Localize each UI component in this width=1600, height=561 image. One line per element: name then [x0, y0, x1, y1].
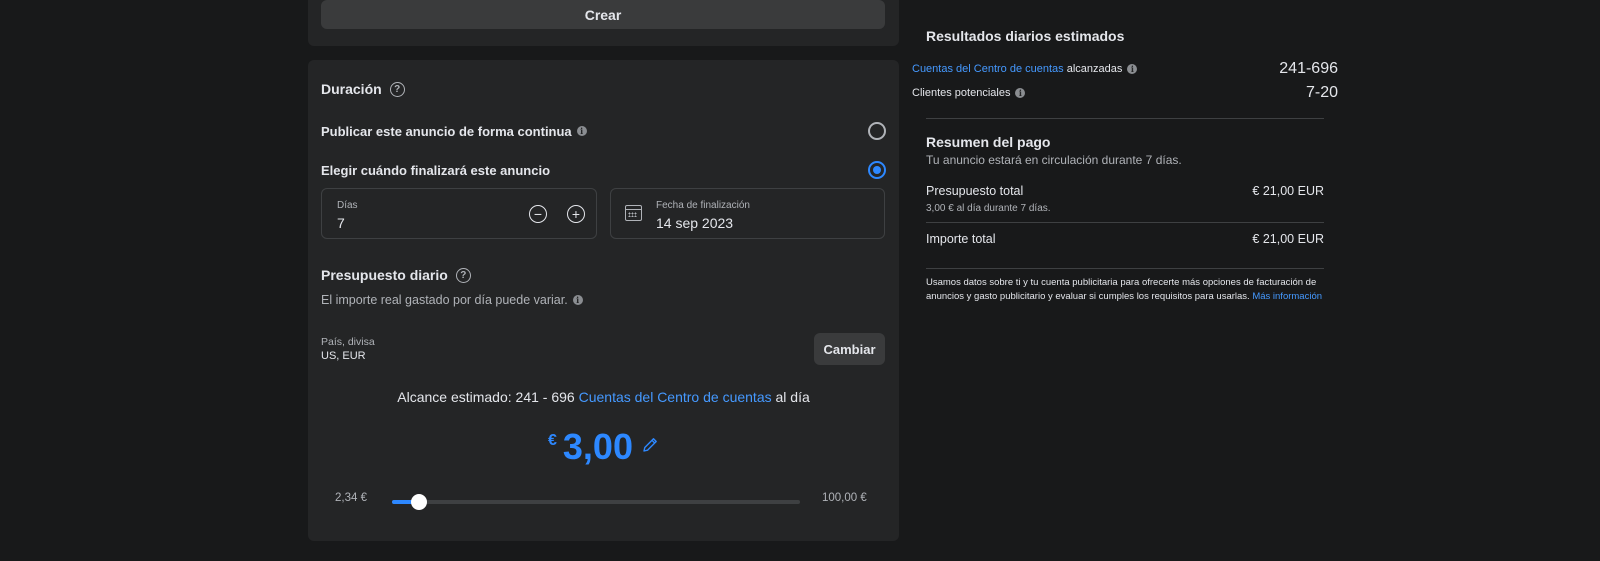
payment-title: Resumen del pago — [926, 134, 1051, 150]
country-label: País, divisa — [321, 336, 375, 348]
slider-thumb[interactable] — [410, 494, 427, 510]
leads-label: Clientes potenciales — [912, 87, 1011, 99]
more-info-link[interactable]: Más información — [1252, 291, 1322, 302]
total-amount-value: € 21,00 EUR — [1252, 232, 1324, 246]
country-value: US, EUR — [321, 350, 366, 362]
info-icon[interactable]: i — [576, 126, 587, 136]
currency-symbol: € — [548, 432, 557, 449]
billing-note: Usamos datos sobre ti y tu cuenta public… — [926, 276, 1326, 304]
option-end-date[interactable]: Elegir cuándo finalizará este anuncio — [321, 161, 886, 179]
total-budget-detail: 3,00 € al día durante 7 días. — [926, 203, 1051, 214]
slider-max-label: 100,00 € — [822, 492, 867, 504]
accounts-center-link[interactable]: Cuentas del Centro de cuentas — [912, 63, 1064, 75]
change-button[interactable]: Cambiar — [814, 333, 885, 365]
duration-section-title: Duración ? — [321, 81, 405, 97]
radio-end-date[interactable] — [868, 161, 886, 179]
days-value[interactable]: 7 — [337, 215, 345, 231]
info-icon[interactable]: i — [572, 295, 583, 305]
results-title: Resultados diarios estimados — [926, 28, 1125, 44]
payment-subtitle: Tu anuncio estará en circulación durante… — [926, 153, 1182, 167]
info-icon[interactable]: i — [1127, 64, 1138, 74]
end-date-value[interactable]: 14 sep 2023 — [656, 215, 733, 231]
budget-subtitle: El importe real gastado por día puede va… — [321, 293, 568, 307]
results-row-leads: Clientes potenciales i 7-20 — [912, 84, 1338, 102]
days-field[interactable]: Días 7 − + — [321, 188, 597, 239]
end-date-field[interactable]: Fecha de finalización 14 sep 2023 — [610, 188, 885, 239]
reach-link[interactable]: Cuentas del Centro de cuentas — [579, 389, 772, 405]
days-label: Días — [337, 200, 358, 211]
end-date-label: Fecha de finalización — [656, 200, 750, 211]
duration-title: Duración — [321, 81, 382, 97]
option-end-label: Elegir cuándo finalizará este anuncio — [321, 162, 551, 178]
pencil-icon[interactable] — [641, 436, 659, 454]
option-continuous-label: Publicar este anuncio de forma continua — [321, 123, 572, 139]
leads-value: 7-20 — [1305, 84, 1338, 101]
total-budget-label: Presupuesto total — [926, 184, 1024, 198]
help-icon[interactable]: ? — [389, 81, 405, 97]
amount-value[interactable]: 3,00 — [563, 426, 633, 468]
divider — [926, 222, 1324, 223]
budget-title: Presupuesto diario — [321, 267, 448, 283]
results-row-reach-label: Cuentas del Centro de cuentas alcanzadas… — [912, 63, 1138, 75]
option-continuous-label-wrap: Publicar este anuncio de forma continua … — [321, 124, 587, 139]
create-button[interactable]: Crear — [321, 0, 885, 29]
total-amount-row: Importe total € 21,00 EUR — [926, 232, 1324, 246]
results-row-leads-label: Clientes potenciales i — [912, 87, 1026, 99]
reach-value: 241-696 — [1279, 60, 1338, 77]
divider — [926, 268, 1324, 269]
help-icon[interactable]: ? — [455, 267, 471, 283]
budget-section-title: Presupuesto diario ? — [321, 267, 471, 283]
daily-budget-amount[interactable]: € 3,00 — [308, 426, 899, 468]
budget-slider[interactable] — [392, 494, 800, 510]
radio-continuous[interactable] — [868, 122, 886, 140]
budget-subtitle-wrap: El importe real gastado por día puede va… — [321, 293, 583, 307]
reach-suffix: al día — [775, 389, 810, 405]
divider — [926, 118, 1324, 119]
reach-prefix: Alcance estimado: 241 - 696 — [397, 389, 575, 405]
info-icon[interactable]: i — [1015, 88, 1026, 98]
ad-settings-card: Duración ? Publicar este anuncio de form… — [308, 60, 899, 541]
total-budget-value: € 21,00 EUR — [1252, 184, 1324, 198]
results-row-reach: Cuentas del Centro de cuentas alcanzadas… — [912, 60, 1338, 78]
estimated-reach: Alcance estimado: 241 - 696 Cuentas del … — [308, 389, 899, 405]
create-card: Crear — [308, 0, 899, 46]
option-continuous[interactable]: Publicar este anuncio de forma continua … — [321, 122, 886, 140]
calendar-icon — [625, 205, 642, 221]
total-amount-label: Importe total — [926, 232, 996, 246]
minus-icon[interactable]: − — [529, 205, 547, 223]
slider-min-label: 2,34 € — [335, 492, 367, 504]
plus-icon[interactable]: + — [567, 205, 585, 223]
reached-label: alcanzadas — [1066, 63, 1123, 75]
summary-panel: Resultados diarios estimados Cuentas del… — [912, 0, 1342, 561]
total-budget-row: Presupuesto total € 21,00 EUR — [926, 184, 1324, 198]
